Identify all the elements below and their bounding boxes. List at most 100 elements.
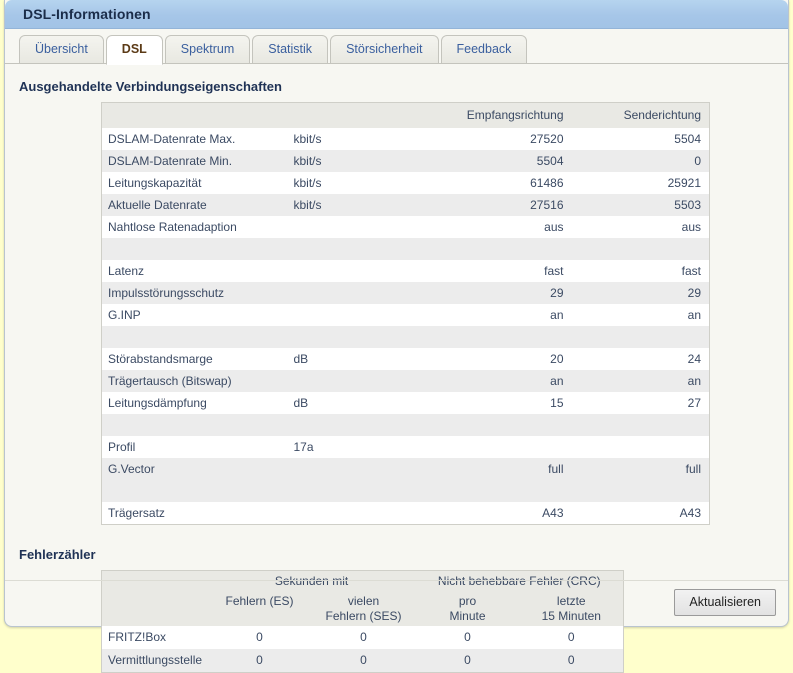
row-label: Trägersatz	[101, 502, 294, 525]
row-unit: dB	[293, 348, 424, 370]
row-value-upstream: 25921	[571, 172, 710, 194]
row-value-downstream: 29	[423, 282, 572, 304]
row-value-upstream: 5504	[571, 128, 710, 150]
row-unit: kbit/s	[293, 194, 424, 216]
error-value-es: 0	[207, 649, 312, 673]
footer-divider	[5, 580, 788, 581]
error-value-per-minute: 0	[415, 649, 520, 673]
table-row: DSLAM-Datenrate Min. kbit/s 5504 0	[101, 150, 710, 172]
table-row: DSLAM-Datenrate Max. kbit/s 27520 5504	[101, 128, 710, 150]
col-header-unit	[293, 102, 424, 128]
page-title: DSL-Informationen	[23, 6, 151, 22]
table-row: Impulsstörungsschutz 29 29	[101, 282, 710, 304]
row-label: Nahtlose Ratenadaption	[101, 216, 294, 238]
error-row-label: FRITZ!Box	[101, 626, 208, 649]
error-value-per-minute: 0	[415, 626, 520, 649]
row-label: Latenz	[101, 260, 294, 282]
table-row: Aktuelle Datenrate kbit/s 27516 5503	[101, 194, 710, 216]
table-spacer-row	[101, 480, 710, 502]
tab-dsl[interactable]: DSL	[105, 35, 163, 65]
row-value-downstream	[423, 436, 572, 458]
tab-statistik[interactable]: Statistik	[252, 35, 329, 64]
row-unit	[293, 502, 424, 525]
row-unit	[293, 370, 424, 392]
dsl-info-window: DSL-Informationen Übersicht DSL Spektrum St…	[4, 0, 789, 673]
row-unit: kbit/s	[293, 172, 424, 194]
table-spacer-cell	[101, 326, 710, 348]
row-unit	[293, 304, 424, 326]
window-titlebar: DSL-Informationen	[5, 0, 788, 29]
error-value-ses: 0	[311, 626, 416, 649]
table-row: Latenz fast fast	[101, 260, 710, 282]
row-label: Impulsstörungsschutz	[101, 282, 294, 304]
col-header-downstream: Empfangsrichtung	[423, 102, 572, 128]
row-label: G.Vector	[101, 458, 294, 480]
row-unit: kbit/s	[293, 150, 424, 172]
row-value-downstream: aus	[423, 216, 572, 238]
row-unit: kbit/s	[293, 128, 424, 150]
tab-uebersicht[interactable]: Übersicht	[19, 35, 104, 64]
row-value-upstream: an	[571, 370, 710, 392]
footer-bar: Aktualisieren	[5, 580, 788, 626]
row-value-downstream: 5504	[423, 150, 572, 172]
row-label: Profil	[101, 436, 294, 458]
table-row: Leitungskapazität kbit/s 61486 25921	[101, 172, 710, 194]
col-header-upstream: Senderichtung	[571, 102, 710, 128]
col-header-property	[101, 102, 294, 128]
row-value-downstream: an	[423, 304, 572, 326]
error-table-body: FRITZ!Box 0 0 0 0 Vermittlungsstelle 0 0 0 0	[101, 626, 624, 673]
row-value-downstream: fast	[423, 260, 572, 282]
table-row: Trägertausch (Bitswap) an an	[101, 370, 710, 392]
row-label: DSLAM-Datenrate Min.	[101, 150, 294, 172]
error-value-es: 0	[207, 626, 312, 649]
row-label: Aktuelle Datenrate	[101, 194, 294, 216]
row-value-downstream: 61486	[423, 172, 572, 194]
row-label: Störabstandsmarge	[101, 348, 294, 370]
row-value-downstream: 15	[423, 392, 572, 414]
row-unit	[293, 260, 424, 282]
tab-spektrum[interactable]: Spektrum	[164, 35, 251, 64]
table-row: Störabstandsmarge dB 20 24	[101, 348, 710, 370]
row-label: Leitungskapazität	[101, 172, 294, 194]
row-unit: dB	[293, 392, 424, 414]
row-unit	[293, 216, 424, 238]
table-row: G.INP an an	[101, 304, 710, 326]
row-unit	[293, 282, 424, 304]
row-value-upstream: full	[571, 458, 710, 480]
row-value-upstream: A43	[571, 502, 710, 525]
tab-stoersicherheit[interactable]: Störsicherheit	[330, 35, 439, 64]
row-value-upstream	[571, 436, 710, 458]
table-header-row: Empfangsrichtung Senderichtung	[101, 102, 710, 128]
table-row: Profil 17a	[101, 436, 710, 458]
table-row: Leitungsdämpfung dB 15 27	[101, 392, 710, 414]
row-value-downstream: A43	[423, 502, 572, 525]
table-row: Vermittlungsstelle 0 0 0 0	[101, 649, 624, 673]
row-value-upstream: 5503	[571, 194, 710, 216]
row-value-upstream: 27	[571, 392, 710, 414]
row-value-downstream: 27520	[423, 128, 572, 150]
table-spacer-cell	[101, 414, 710, 436]
error-row-label: Vermittlungsstelle	[101, 649, 208, 673]
row-value-upstream: 24	[571, 348, 710, 370]
refresh-button[interactable]: Aktualisieren	[674, 589, 776, 616]
table-row: Nahtlose Ratenadaption aus aus	[101, 216, 710, 238]
error-value-last-15: 0	[519, 649, 624, 673]
error-value-last-15: 0	[519, 626, 624, 649]
table-row: FRITZ!Box 0 0 0 0	[101, 626, 624, 649]
row-label: Trägertausch (Bitswap)	[101, 370, 294, 392]
table-spacer-row	[101, 238, 710, 260]
row-value-downstream: an	[423, 370, 572, 392]
table-spacer-cell	[101, 238, 710, 260]
section-title-negotiated: Ausgehandelte Verbindungseigenschaften	[19, 79, 282, 94]
table-spacer-row	[101, 414, 710, 436]
row-value-downstream: 20	[423, 348, 572, 370]
negotiated-properties-table: Empfangsrichtung Senderichtung DSLAM-Dat…	[101, 102, 710, 525]
section-title-errors: Fehlerzähler	[19, 547, 96, 562]
row-value-upstream: 0	[571, 150, 710, 172]
tab-feedback[interactable]: Feedback	[440, 35, 528, 64]
row-value-upstream: 29	[571, 282, 710, 304]
row-value-downstream: full	[423, 458, 572, 480]
negotiated-table-body: DSLAM-Datenrate Max. kbit/s 27520 5504 DSLAM…	[101, 128, 710, 525]
table-row: G.Vector full full	[101, 458, 710, 480]
row-value-upstream: an	[571, 304, 710, 326]
